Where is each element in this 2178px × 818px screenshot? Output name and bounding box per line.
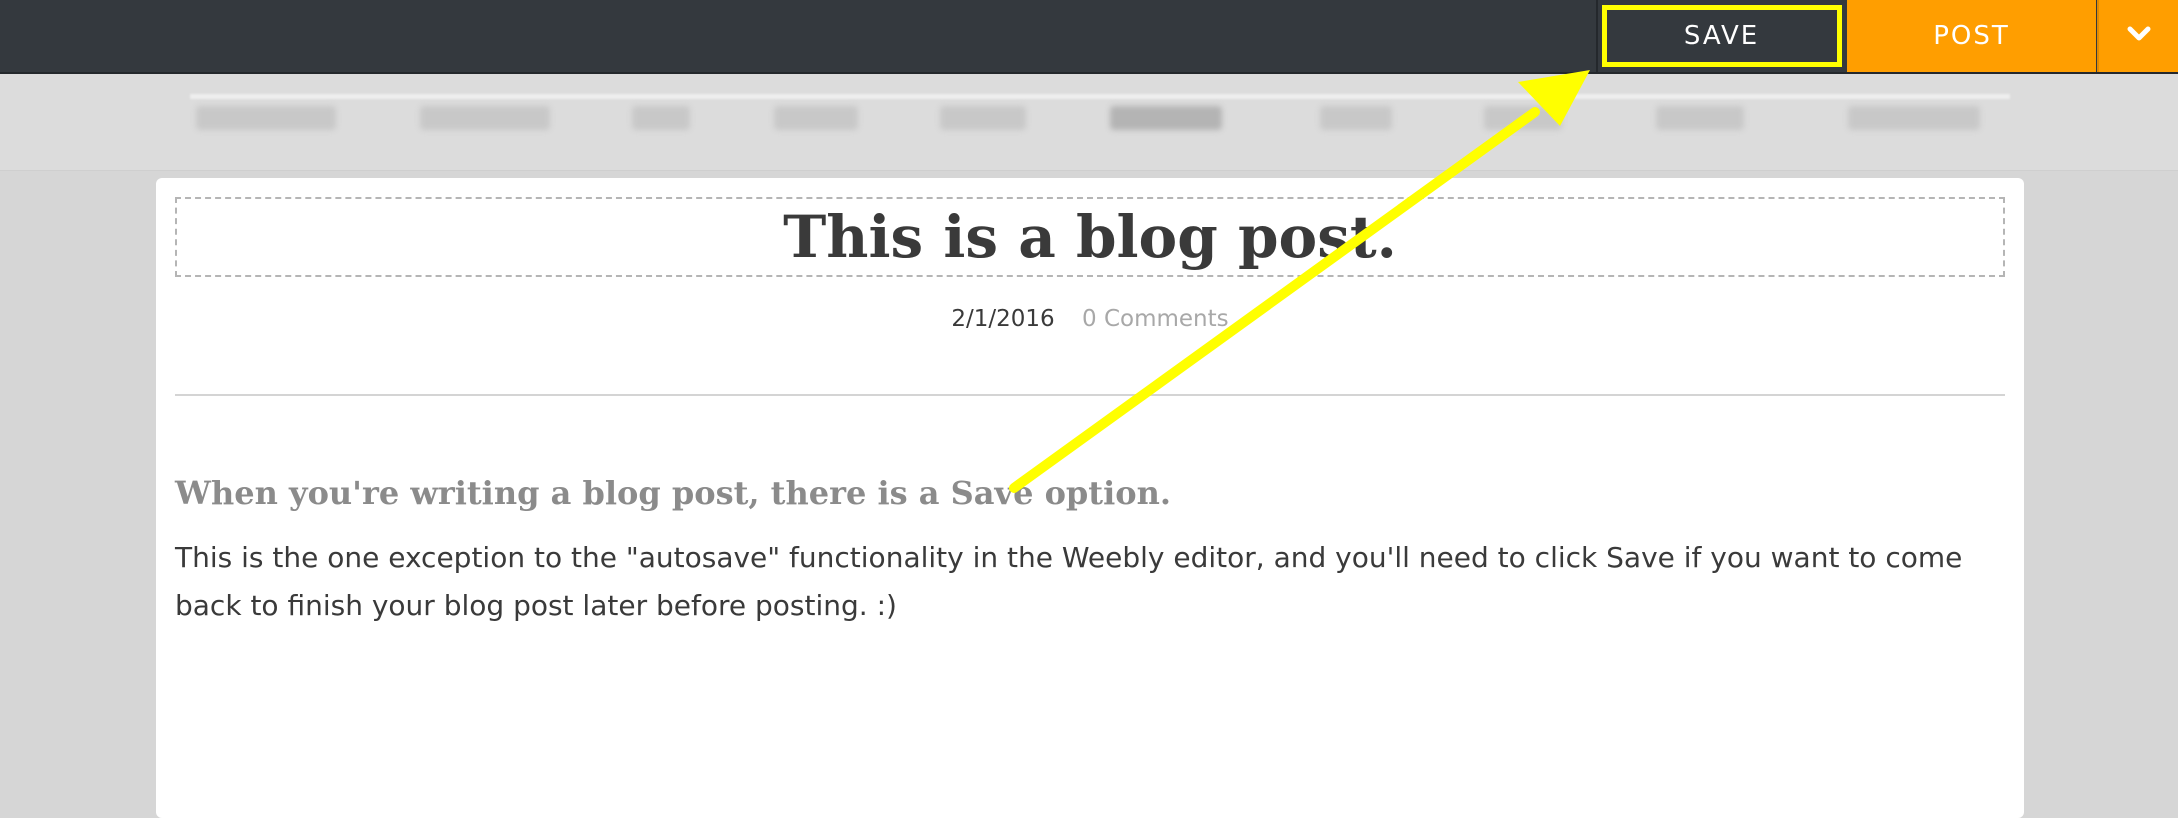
nav-item-blurred [1484,106,1562,130]
post-body-text[interactable]: This is the one exception to the "autosa… [175,534,2005,630]
editor-toolbar: SAVE POST [0,0,2178,74]
nav-item-blurred [632,106,690,130]
post-title: This is a blog post. [783,203,1397,271]
post-meta: 2/1/2016 0 Comments [175,306,2005,332]
post-options-dropdown[interactable] [2097,0,2178,72]
post-title-field[interactable]: This is a blog post. [175,197,2005,277]
post-date: 2/1/2016 [951,306,1055,332]
post-button[interactable]: POST [1847,0,2096,72]
post-subheading[interactable]: When you're writing a blog post, there i… [175,474,2005,512]
nav-item-blurred [1320,106,1392,130]
comments-link[interactable]: 0 Comments [1082,306,1229,332]
nav-item-blurred [940,106,1026,130]
nav-item-blurred [1110,106,1222,130]
post-button-label: POST [1933,21,2010,51]
nav-item-blurred [1656,106,1744,130]
nav-line [190,94,2010,99]
save-button[interactable]: SAVE [1596,0,1845,72]
chevron-down-icon [2126,25,2152,48]
nav-item-blurred [196,106,336,130]
site-nav-blurred [0,74,2178,171]
nav-item-blurred [420,106,550,130]
save-button-label: SAVE [1683,21,1760,51]
divider [175,394,2005,396]
nav-item-blurred [1848,106,1980,130]
nav-item-blurred [774,106,858,130]
